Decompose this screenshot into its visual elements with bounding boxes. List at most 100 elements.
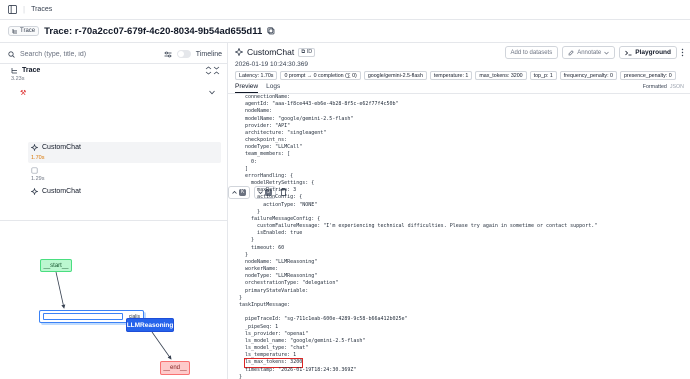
json-line: modelName: "google/gemini-2.5-flash" xyxy=(239,115,354,122)
json-line: ls_temperature: 1 xyxy=(239,352,297,359)
json-line: errorHandling: { xyxy=(239,172,294,179)
json-line: failureMessageConfig: { xyxy=(239,215,321,222)
json-line: nodeName: xyxy=(239,108,273,115)
observation-timestamp: 2026-01-19 10:24:30.369 xyxy=(235,61,309,68)
add-to-datasets-button[interactable]: Add to datasets xyxy=(504,46,559,59)
graph-divider xyxy=(0,220,228,221)
json-line: ] xyxy=(239,165,249,172)
json-line: architecture: "singleagent" xyxy=(239,129,327,136)
observation-title-text: CustomChat xyxy=(247,47,295,57)
generation-icon xyxy=(31,144,38,151)
json-line: agentId: "aaa-1f8ce443-eb6e-4b28-8f5c-e6… xyxy=(239,101,399,108)
expand-collapse-icon[interactable] xyxy=(205,66,212,75)
playground-label: Playground xyxy=(635,49,671,56)
json-line: } xyxy=(239,208,261,215)
observation-title: CustomChat ⧉ ID xyxy=(235,47,316,57)
trace-badge: Trace xyxy=(8,26,40,36)
filter-settings-icon[interactable] xyxy=(164,51,172,58)
tree-item-span[interactable] xyxy=(31,167,42,174)
collapse-all-icon[interactable] xyxy=(213,66,220,75)
view-json-option[interactable]: JSON xyxy=(670,84,684,90)
sidebar-toggle-icon[interactable] xyxy=(8,5,17,14)
json-line: ls_max_tokens: 3200 xyxy=(239,358,679,368)
json-line: checkpoint_ns: xyxy=(239,137,288,144)
observation-actions: Add to datasets Annotate Playground xyxy=(504,46,685,59)
timeline-label: Timeline xyxy=(195,50,222,58)
json-line: actionType: "NONE" xyxy=(239,201,318,208)
tree-item-customchat-2[interactable]: CustomChat xyxy=(31,188,81,195)
annotate-icon xyxy=(568,49,574,55)
search-bar: Timeline xyxy=(8,48,222,60)
top-bar: | Traces xyxy=(0,0,690,20)
tree-item-customchat-1[interactable]: CustomChat xyxy=(31,144,81,151)
add-to-datasets-label: Add to datasets xyxy=(510,49,553,56)
generation-icon xyxy=(235,48,243,56)
terminal-icon xyxy=(625,50,632,55)
more-options-icon[interactable] xyxy=(681,48,684,57)
json-line: } xyxy=(239,237,255,244)
chip-model[interactable]: google/gemini-2.5-flash xyxy=(363,71,427,80)
generation-icon xyxy=(31,188,38,195)
tree-node-span[interactable]: ⚒ xyxy=(20,89,26,97)
divider xyxy=(0,63,228,64)
graph-node-start-label: __start__ xyxy=(43,262,69,269)
tree-item-label: CustomChat xyxy=(42,144,81,151)
search-input[interactable] xyxy=(19,50,159,58)
tree-item-duration: 1.29s xyxy=(31,176,45,182)
tab-logs[interactable]: Logs xyxy=(266,83,280,93)
graph-node-start[interactable]: __start__ xyxy=(40,259,72,272)
tree-root-label: Trace xyxy=(22,67,41,74)
graph-node-end[interactable]: __end__ xyxy=(160,361,190,375)
graph-node-llm-label: LLMReasoning xyxy=(126,321,174,329)
json-line: orchestrationType: "delegation" xyxy=(239,280,339,287)
json-line: } xyxy=(239,373,243,379)
copy-id-button[interactable]: ⧉ ID xyxy=(298,47,316,57)
json-line: _pipeSeq: 1 xyxy=(239,323,279,330)
json-line: isEnabled: true xyxy=(239,230,303,237)
json-line: provider: "API" xyxy=(239,122,291,129)
json-line: ls_provider: "openai" xyxy=(239,330,309,337)
trace-tree-pane: Timeline Trace 3.23s ⚒ CustomChat 1.70s … xyxy=(0,43,228,379)
view-mode-toggle: Formatted JSON xyxy=(643,84,684,90)
chip-tokens: 0 prompt → 0 completion (∑ 0) xyxy=(280,71,361,80)
json-line: nodeType: "LLMReasoning" xyxy=(239,273,318,280)
json-line: nodeType: "LLMCall" xyxy=(239,144,303,151)
json-line: 0: xyxy=(239,158,258,165)
trace-icon xyxy=(12,29,17,34)
metadata-chips: Latency: 1.70s 0 prompt → 0 completion (… xyxy=(235,71,676,80)
tree-root-duration: 3.23s xyxy=(11,76,25,82)
json-line: primaryStateVariable: xyxy=(239,287,309,294)
json-line: ls_model_type: "chat" xyxy=(239,345,309,352)
chevron-down-icon[interactable] xyxy=(209,90,215,95)
chip-presence-penalty: presence_penalty: 0 xyxy=(619,71,676,80)
json-line: } xyxy=(239,294,243,301)
graph-node-end-label: __end__ xyxy=(163,365,187,371)
json-line: pipeTraceId: "sg-711c1eab-600e-4289-9c58… xyxy=(239,316,408,323)
json-line: ls_model_name: "google/gemini-2.5-flash" xyxy=(239,337,366,344)
highlighted-max-tokens: ls_max_tokens: 3200 xyxy=(244,358,304,368)
playground-button[interactable]: Playground xyxy=(619,46,677,59)
chip-temperature: temperature: 1 xyxy=(429,71,473,80)
copy-id-label: ID xyxy=(306,48,313,55)
json-line xyxy=(239,309,679,316)
json-line: modelRetrySettings: { xyxy=(239,180,315,187)
observation-detail-pane: CustomChat ⧉ ID Add to datasets Annotate… xyxy=(228,43,690,379)
span-icon xyxy=(31,167,38,174)
json-line: connectionName: xyxy=(239,94,291,100)
json-line: workerName: xyxy=(239,266,279,273)
breadcrumb-divider: | xyxy=(23,5,26,14)
tab-preview[interactable]: Preview xyxy=(235,83,259,93)
json-line: taskInputMessage: xyxy=(239,301,291,308)
chip-frequency-penalty: frequency_penalty: 0 xyxy=(559,71,617,80)
json-line: nodeName: "LLMReasoning" xyxy=(239,258,318,265)
trace-badge-label: Trace xyxy=(20,28,36,34)
breadcrumb-traces[interactable]: Traces xyxy=(31,6,52,13)
timeline-toggle[interactable] xyxy=(176,50,191,58)
graph-node-llmreasoning[interactable]: LLMReasoning xyxy=(126,318,174,332)
trace-icon xyxy=(11,68,17,74)
view-formatted-option[interactable]: Formatted xyxy=(643,84,667,90)
chip-max-tokens: max_tokens: 3200 xyxy=(475,71,527,80)
search-icon xyxy=(8,50,15,58)
annotate-button[interactable]: Annotate xyxy=(562,46,616,59)
tree-root[interactable]: Trace xyxy=(11,67,40,74)
